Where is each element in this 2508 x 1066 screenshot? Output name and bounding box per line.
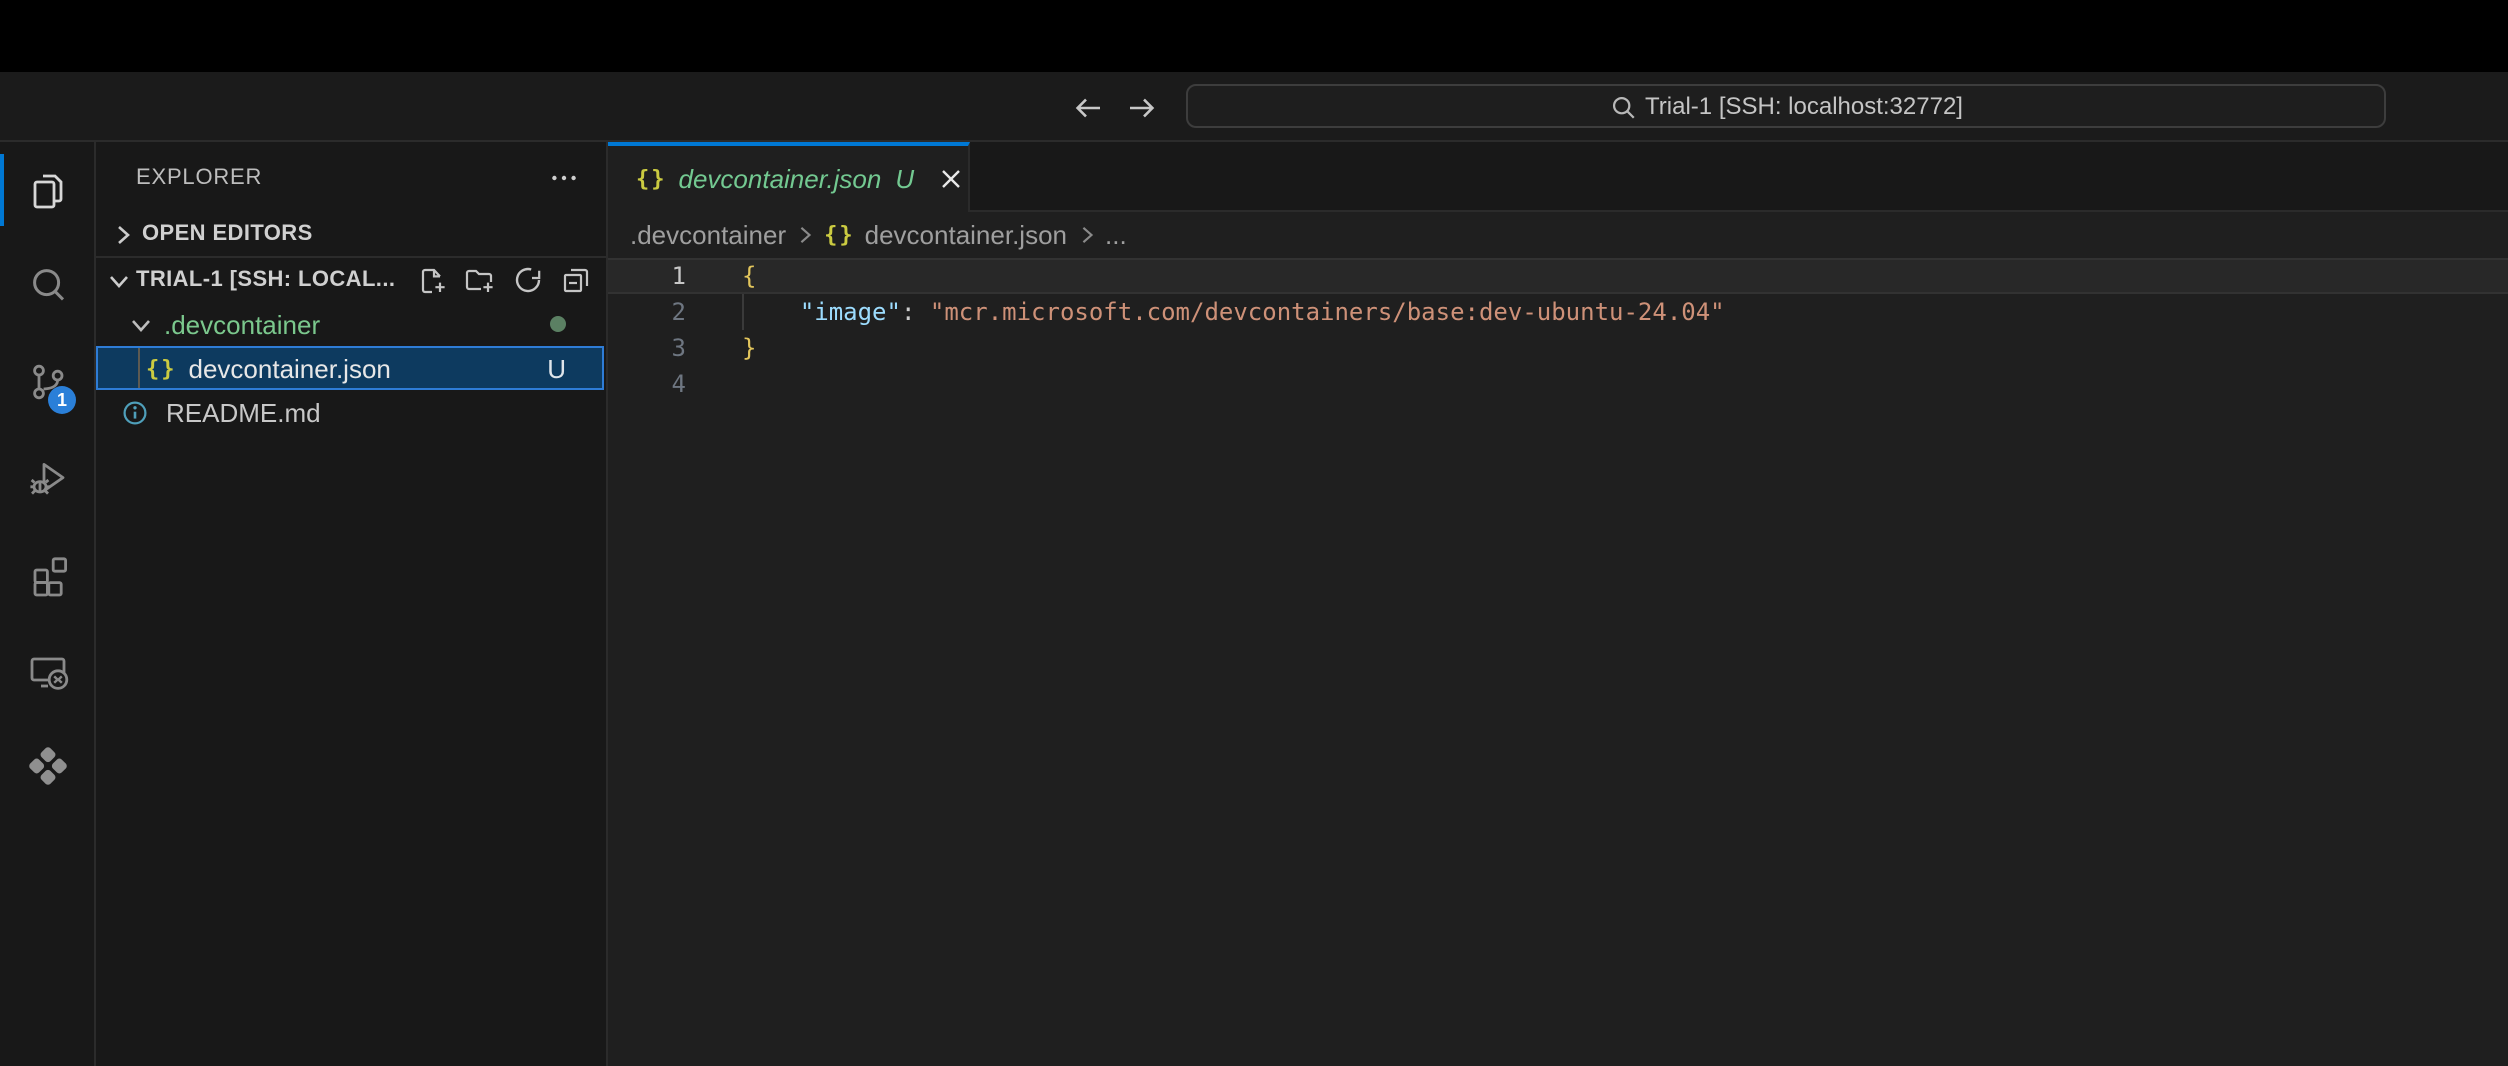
tab-label: devcontainer.json bbox=[679, 164, 882, 194]
arrow-right-icon bbox=[1126, 92, 1158, 124]
new-file-icon bbox=[416, 264, 448, 296]
arrow-left-icon bbox=[1072, 92, 1104, 124]
containers-icon bbox=[21, 740, 73, 792]
open-editors-section[interactable]: OPEN EDITORS bbox=[96, 212, 606, 256]
chevron-right-icon bbox=[1077, 226, 1095, 244]
explorer-sidebar: EXPLORER OPEN EDITORS TRIAL-1 [SSH: LOCA… bbox=[96, 142, 608, 1066]
tree-item-label: README.md bbox=[166, 397, 321, 427]
code-line-2: 2 "image": "mcr.microsoft.com/devcontain… bbox=[608, 294, 2508, 330]
tree-item-label: devcontainer.json bbox=[189, 353, 391, 383]
code-token: "image" bbox=[800, 298, 901, 326]
activity-bar: 1 bbox=[0, 142, 96, 1066]
search-icon bbox=[23, 262, 71, 310]
activity-remote-explorer[interactable] bbox=[0, 622, 94, 718]
breadcrumb: .devcontainer {} devcontainer.json ... bbox=[608, 212, 2508, 258]
tab-strip: {} devcontainer.json U bbox=[608, 142, 2508, 212]
files-icon bbox=[23, 166, 71, 214]
close-icon bbox=[939, 168, 961, 190]
activity-run-debug[interactable] bbox=[0, 430, 94, 526]
code-token: "mcr.microsoft.com/devcontainers/base:de… bbox=[930, 298, 1725, 326]
tree-item-devcontainer-json[interactable]: {} devcontainer.json U bbox=[96, 346, 604, 390]
code-line-3: 3 } bbox=[608, 330, 2508, 366]
chevron-right-icon bbox=[796, 226, 814, 244]
chevron-right-icon bbox=[112, 223, 134, 245]
activity-search[interactable] bbox=[0, 238, 94, 334]
collapse-all-button[interactable] bbox=[560, 264, 592, 296]
sidebar-title: EXPLORER bbox=[136, 165, 550, 189]
line-number: 2 bbox=[608, 294, 686, 330]
code-token: : bbox=[901, 298, 915, 326]
chevron-down-icon bbox=[130, 313, 152, 335]
remote-explorer-icon bbox=[23, 646, 71, 694]
line-number: 4 bbox=[608, 366, 686, 402]
refresh-button[interactable] bbox=[512, 264, 544, 296]
code-token: { bbox=[742, 262, 756, 290]
code-token bbox=[742, 298, 800, 326]
json-file-icon: {} bbox=[824, 222, 855, 248]
vscode-window: Trial-1 [SSH: localhost:32772] 1 bbox=[0, 0, 2508, 1066]
chevron-down-icon bbox=[108, 269, 130, 291]
code-token: } bbox=[742, 334, 756, 362]
navigate-back-button[interactable] bbox=[1070, 90, 1106, 126]
git-untracked-badge: U bbox=[547, 353, 566, 383]
indent-guide bbox=[138, 348, 140, 388]
activity-extensions[interactable] bbox=[0, 526, 94, 622]
line-number: 1 bbox=[608, 258, 686, 294]
run-and-debug-icon bbox=[23, 454, 71, 502]
workspace-section-header[interactable]: TRIAL-1 [SSH: LOCAL... bbox=[96, 258, 606, 302]
json-file-icon: {} bbox=[636, 166, 667, 192]
navigate-forward-button[interactable] bbox=[1124, 90, 1160, 126]
activity-explorer[interactable] bbox=[0, 142, 94, 238]
code-line-4: 4 bbox=[608, 366, 2508, 402]
open-editors-label: OPEN EDITORS bbox=[142, 222, 313, 246]
code-editor[interactable]: 1 { 2 "image": "mcr.microsoft.com/devcon… bbox=[608, 258, 2508, 1066]
new-folder-button[interactable] bbox=[464, 264, 496, 296]
workspace-section-label: TRIAL-1 [SSH: LOCAL... bbox=[136, 268, 416, 292]
search-icon bbox=[1609, 93, 1635, 119]
editor-group: {} devcontainer.json U .devcontainer {} … bbox=[608, 142, 2508, 1066]
macos-menubar-area bbox=[0, 0, 2508, 72]
breadcrumb-symbol[interactable]: ... bbox=[1105, 220, 1127, 250]
activity-containers[interactable] bbox=[0, 718, 94, 814]
new-file-button[interactable] bbox=[416, 264, 448, 296]
code-line-1: 1 { bbox=[608, 258, 2508, 294]
sidebar-title-row: EXPLORER bbox=[96, 142, 606, 212]
tree-item-label: .devcontainer bbox=[164, 309, 320, 339]
explorer-actions bbox=[416, 264, 606, 296]
info-icon bbox=[122, 399, 148, 425]
source-control-badge: 1 bbox=[48, 386, 76, 414]
title-bar: Trial-1 [SSH: localhost:32772] bbox=[0, 72, 2508, 142]
tree-item-readme[interactable]: README.md bbox=[96, 390, 606, 434]
code-token bbox=[915, 298, 929, 326]
more-actions-icon[interactable] bbox=[550, 163, 578, 191]
new-folder-icon bbox=[464, 264, 496, 296]
tab-close-button[interactable] bbox=[934, 163, 966, 195]
command-center-label: Trial-1 [SSH: localhost:32772] bbox=[1645, 92, 1963, 120]
extensions-icon bbox=[23, 550, 71, 598]
json-file-icon: {} bbox=[146, 355, 177, 381]
line-number: 3 bbox=[608, 330, 686, 366]
breadcrumb-folder[interactable]: .devcontainer bbox=[630, 220, 786, 250]
tree-item-devcontainer-folder[interactable]: .devcontainer bbox=[96, 302, 606, 346]
tab-git-badge: U bbox=[895, 164, 914, 194]
collapse-all-icon bbox=[560, 264, 592, 296]
refresh-icon bbox=[512, 264, 544, 296]
command-center-search[interactable]: Trial-1 [SSH: localhost:32772] bbox=[1186, 84, 2386, 128]
breadcrumb-file[interactable]: devcontainer.json bbox=[865, 220, 1067, 250]
tab-devcontainer-json[interactable]: {} devcontainer.json U bbox=[608, 142, 970, 212]
modified-contents-dot bbox=[550, 316, 566, 332]
activity-source-control[interactable]: 1 bbox=[0, 334, 94, 430]
